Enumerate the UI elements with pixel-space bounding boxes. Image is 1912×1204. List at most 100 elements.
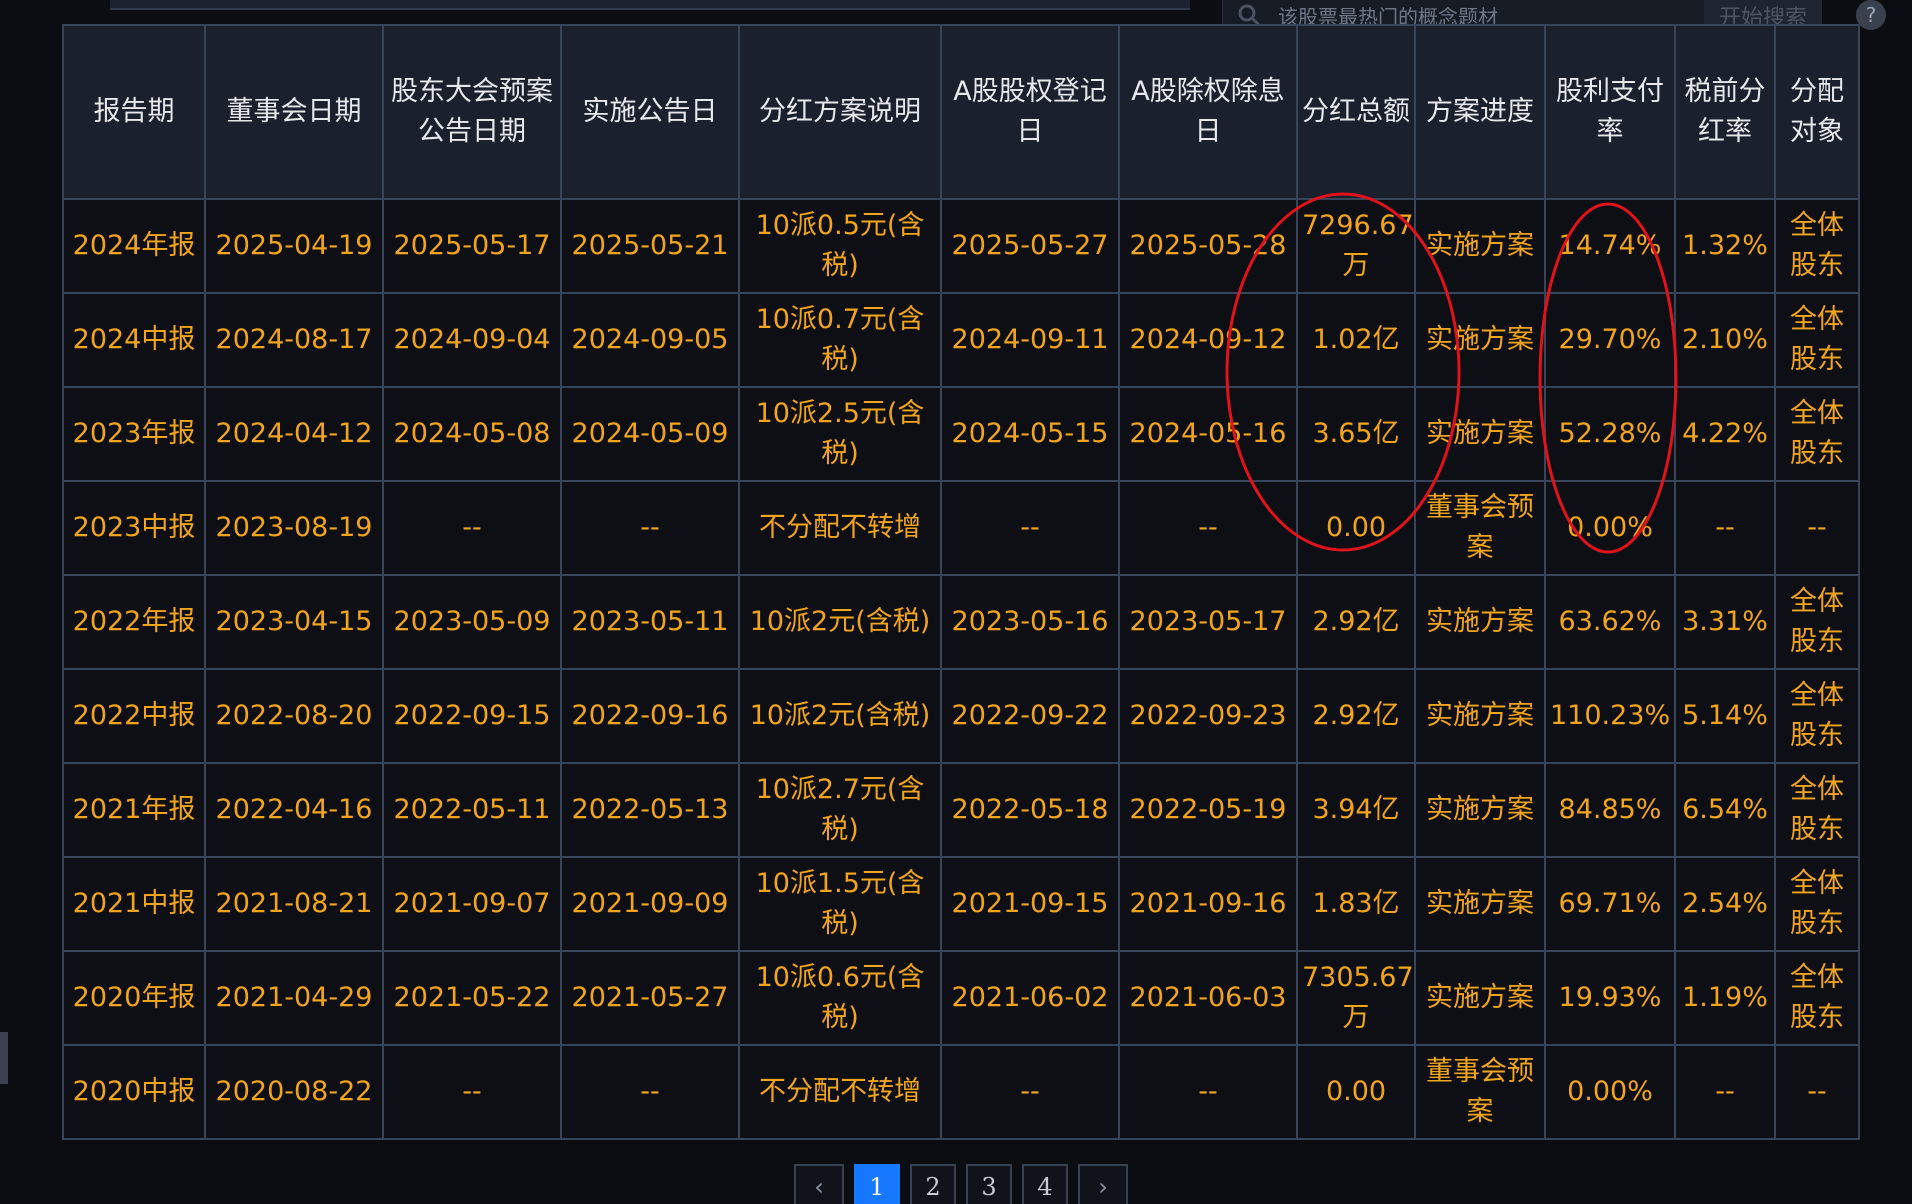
page-button-3[interactable]: 3 — [966, 1164, 1012, 1204]
dividend-table: 报告期 董事会日期 股东大会预案公告日期 实施公告日 分红方案说明 A股股权登记日 A股除权… — [62, 24, 1860, 1140]
table-header: 报告期 董事会日期 股东大会预案公告日期 实施公告日 分红方案说明 A股股权登记日 A股除权… — [62, 24, 1860, 200]
table-cell: 2021-08-21 — [204, 856, 384, 952]
table-cell: 2024-09-05 — [560, 292, 740, 388]
table-cell: 实施方案 — [1414, 198, 1546, 294]
column-header: 方案进度 — [1414, 24, 1546, 200]
table-cell: 2020-08-22 — [204, 1044, 384, 1140]
table-row: 2020中报 2020-08-22 -- -- 不分配不转增 -- -- 0.00 董事会预案 0… — [62, 1044, 1860, 1140]
column-header: 股东大会预案公告日期 — [382, 24, 562, 200]
table-cell: 2022年报 — [62, 574, 206, 670]
column-header: 分配对象 — [1774, 24, 1860, 200]
page-button-1[interactable]: 1 — [854, 1164, 900, 1204]
table-cell: 全体股东 — [1774, 856, 1860, 952]
table-cell: 2024-09-04 — [382, 292, 562, 388]
table-cell: 10派1.5元(含税) — [738, 856, 942, 952]
table-cell: 2021-09-15 — [940, 856, 1120, 952]
table-cell: 2024中报 — [62, 292, 206, 388]
table-cell: 2.54% — [1674, 856, 1776, 952]
table-cell: 2021-09-09 — [560, 856, 740, 952]
page-button-2[interactable]: 2 — [910, 1164, 956, 1204]
column-header: A股股权登记日 — [940, 24, 1120, 200]
dividend-page: 开始搜索 ? 报告期董事会日期股东大会预案公告日期实施公告日分红方案说明A股股权… — [0, 0, 1912, 1204]
table-cell: 5.14% — [1674, 668, 1776, 764]
table-cell: 2021-05-27 — [560, 950, 740, 1046]
table-cell: 2021-04-29 — [204, 950, 384, 1046]
table-cell: 2025-05-28 — [1118, 198, 1298, 294]
table-cell: 3.65亿 — [1296, 386, 1416, 482]
pagination: ‹ 1 2 3 4 › — [794, 1164, 1128, 1204]
table-cell: 63.62% — [1544, 574, 1676, 670]
table-cell: 14.74% — [1544, 198, 1676, 294]
table-cell: 10派0.7元(含税) — [738, 292, 942, 388]
table-cell: 2024-05-09 — [560, 386, 740, 482]
table-cell: 董事会预案 — [1414, 1044, 1546, 1140]
table-cell: 2023-04-15 — [204, 574, 384, 670]
table-cell: 2022-09-16 — [560, 668, 740, 764]
table-cell: 董事会预案 — [1414, 480, 1546, 576]
chevron-right-icon[interactable]: › — [1078, 1164, 1128, 1204]
table-cell: 10派2元(含税) — [738, 668, 942, 764]
table-cell: 2025-05-21 — [560, 198, 740, 294]
table-cell: -- — [940, 1044, 1120, 1140]
table-cell: -- — [1118, 480, 1298, 576]
table-row: 2024中报 2024-08-17 2024-09-04 2024-09-05 10派0… — [62, 292, 1860, 388]
table-cell: 0.00% — [1544, 1044, 1676, 1140]
table-cell: 84.85% — [1544, 762, 1676, 858]
table-cell: 2021-05-22 — [382, 950, 562, 1046]
header-row: 报告期 董事会日期 股东大会预案公告日期 实施公告日 分红方案说明 A股股权登记日 A股除权… — [62, 24, 1860, 200]
table-cell: 2024-05-16 — [1118, 386, 1298, 482]
column-header: 分红方案说明 — [738, 24, 942, 200]
chevron-left-icon[interactable]: ‹ — [794, 1164, 844, 1204]
table-row: 2022中报 2022-08-20 2022-09-15 2022-09-16 10派2… — [62, 668, 1860, 764]
table-cell: -- — [560, 1044, 740, 1140]
table-cell: 2021中报 — [62, 856, 206, 952]
table-cell: 实施方案 — [1414, 856, 1546, 952]
table-cell: 2025-05-27 — [940, 198, 1120, 294]
column-header: 分红总额 — [1296, 24, 1416, 200]
column-header: 报告期 — [62, 24, 206, 200]
table-cell: 3.31% — [1674, 574, 1776, 670]
table-cell: 实施方案 — [1414, 386, 1546, 482]
table-cell: 全体股东 — [1774, 292, 1860, 388]
table-row: 2023年报 2024-04-12 2024-05-08 2024-05-09 10派2… — [62, 386, 1860, 482]
table-cell: -- — [382, 480, 562, 576]
table-cell: -- — [382, 1044, 562, 1140]
table-cell: 全体股东 — [1774, 574, 1860, 670]
column-header: 实施公告日 — [560, 24, 740, 200]
table-cell: 2022-05-13 — [560, 762, 740, 858]
table-cell: 2022-05-11 — [382, 762, 562, 858]
table-cell: -- — [560, 480, 740, 576]
table-cell: 实施方案 — [1414, 950, 1546, 1046]
table-cell: 3.94亿 — [1296, 762, 1416, 858]
table-cell: 2021-06-02 — [940, 950, 1120, 1046]
table-row: 2024年报 2025-04-19 2025-05-17 2025-05-21 10派0… — [62, 198, 1860, 294]
column-header: A股除权除息日 — [1118, 24, 1298, 200]
table-cell: 2.92亿 — [1296, 574, 1416, 670]
table-cell: 1.19% — [1674, 950, 1776, 1046]
table-cell: 2023-05-09 — [382, 574, 562, 670]
table-cell: 2020中报 — [62, 1044, 206, 1140]
table-cell: -- — [1674, 1044, 1776, 1140]
table-cell: 全体股东 — [1774, 386, 1860, 482]
table-cell: 2025-05-17 — [382, 198, 562, 294]
table-cell: 1.83亿 — [1296, 856, 1416, 952]
scroll-handle[interactable] — [0, 1032, 8, 1084]
table-cell: -- — [1774, 1044, 1860, 1140]
table-cell: 2021-06-03 — [1118, 950, 1298, 1046]
table-cell: -- — [1118, 1044, 1298, 1140]
page-button-4[interactable]: 4 — [1022, 1164, 1068, 1204]
table-cell: 110.23% — [1544, 668, 1676, 764]
table-cell: 2023年报 — [62, 386, 206, 482]
table-cell: 2020年报 — [62, 950, 206, 1046]
table-cell: 2.92亿 — [1296, 668, 1416, 764]
top-banner-edge — [110, 0, 1190, 10]
help-icon[interactable]: ? — [1856, 0, 1886, 30]
table-cell: 2022-09-22 — [940, 668, 1120, 764]
table-cell: 实施方案 — [1414, 668, 1546, 764]
column-header: 股利支付率 — [1544, 24, 1676, 200]
table-cell: 2023-05-16 — [940, 574, 1120, 670]
table-row: 2022年报 2023-04-15 2023-05-09 2023-05-11 10派2… — [62, 574, 1860, 670]
table-cell: 实施方案 — [1414, 762, 1546, 858]
table-cell: 2024-09-12 — [1118, 292, 1298, 388]
table-cell: 1.32% — [1674, 198, 1776, 294]
